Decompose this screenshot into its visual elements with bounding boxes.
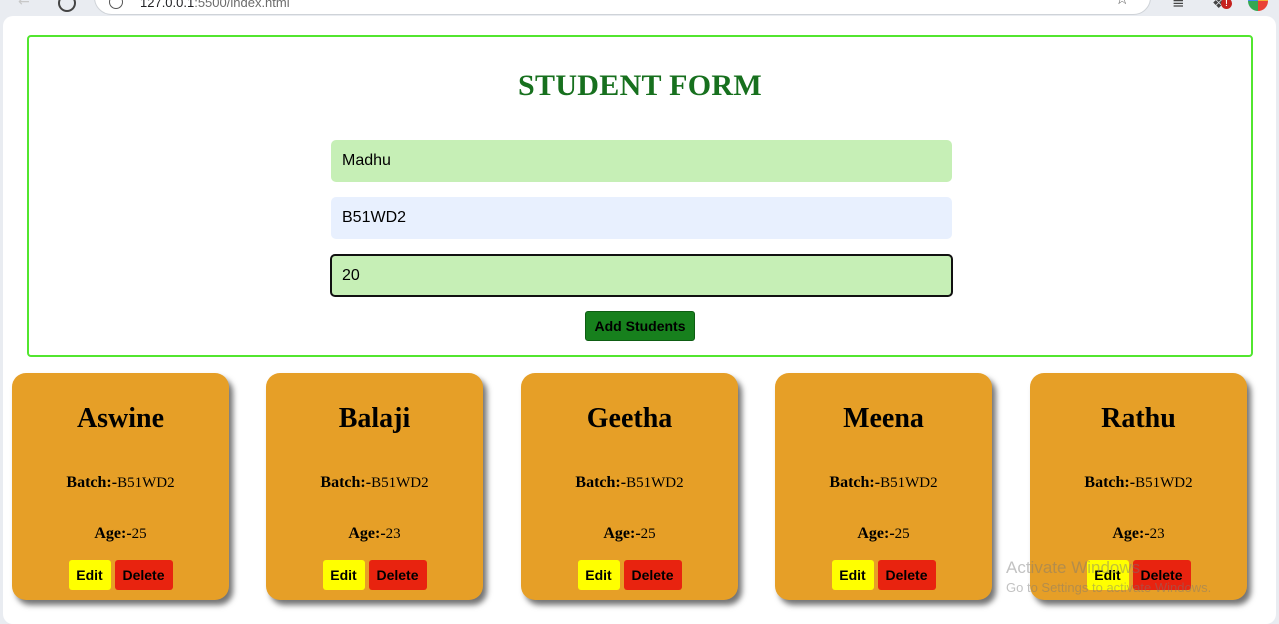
student-age: Age:-25: [603, 525, 656, 542]
student-name: Balaji: [338, 403, 411, 434]
student-card: Geetha Batch:-B51WD2 Age:-25 Edit Delete: [521, 373, 738, 600]
edit-button[interactable]: Edit: [68, 560, 111, 590]
student-age: Age:-23: [1112, 525, 1165, 542]
age-input[interactable]: 20: [330, 254, 953, 297]
edit-button[interactable]: Edit: [322, 560, 365, 590]
student-batch: Batch:-B51WD2: [1084, 474, 1193, 491]
student-age: Age:-23: [348, 525, 401, 542]
student-form: STUDENT FORM Madhu B51WD2 20 Add Student…: [27, 35, 1253, 357]
student-name: Meena: [843, 403, 924, 434]
site-info-icon[interactable]: [109, 0, 123, 9]
student-name: Aswine: [76, 403, 165, 434]
student-batch: Batch:-B51WD2: [320, 474, 429, 491]
edit-button[interactable]: Edit: [831, 560, 874, 590]
page-viewport: STUDENT FORM Madhu B51WD2 20 Add Student…: [3, 16, 1276, 624]
delete-button[interactable]: Delete: [368, 560, 427, 590]
bookmark-star-icon[interactable]: ☆: [1115, 0, 1129, 8]
batch-input[interactable]: B51WD2: [331, 197, 952, 239]
student-name: Rathu: [1101, 403, 1176, 434]
student-age: Age:-25: [857, 525, 910, 542]
student-batch: Batch:-B51WD2: [575, 474, 684, 491]
add-students-button[interactable]: Add Students: [585, 311, 695, 341]
address-bar[interactable]: 127.0.0.1:5500/index.html ☆: [94, 0, 1151, 15]
error-badge-icon: !: [1221, 0, 1232, 9]
student-name: Geetha: [586, 403, 673, 434]
url-text: 127.0.0.1:5500/index.html: [140, 0, 290, 10]
back-arrow-icon[interactable]: ←: [18, 0, 30, 10]
name-input[interactable]: Madhu: [331, 140, 952, 182]
delete-button[interactable]: Delete: [1132, 560, 1191, 590]
student-age: Age:-25: [94, 525, 147, 542]
delete-button[interactable]: Delete: [877, 560, 936, 590]
profile-avatar-icon[interactable]: [1248, 0, 1268, 11]
student-batch: Batch:-B51WD2: [829, 474, 938, 491]
student-card: Rathu Batch:-B51WD2 Age:-23 Edit Delete: [1030, 373, 1247, 600]
delete-button[interactable]: Delete: [623, 560, 682, 590]
student-batch: Batch:-B51WD2: [66, 474, 175, 491]
student-card: Meena Batch:-B51WD2 Age:-25 Edit Delete: [775, 373, 992, 600]
browser-toolbar: ← 127.0.0.1:5500/index.html ☆ ≡ ❖ !: [0, 0, 1279, 15]
reading-list-icon[interactable]: ≡: [1172, 0, 1185, 12]
delete-button[interactable]: Delete: [114, 560, 173, 590]
reload-icon[interactable]: [58, 0, 76, 12]
form-title: STUDENT FORM: [518, 69, 762, 102]
edit-button[interactable]: Edit: [1086, 560, 1129, 590]
student-card: Aswine Batch:-B51WD2 Age:-25 Edit Delete: [12, 373, 229, 600]
student-card: Balaji Batch:-B51WD2 Age:-23 Edit Delete: [266, 373, 483, 600]
edit-button[interactable]: Edit: [577, 560, 620, 590]
